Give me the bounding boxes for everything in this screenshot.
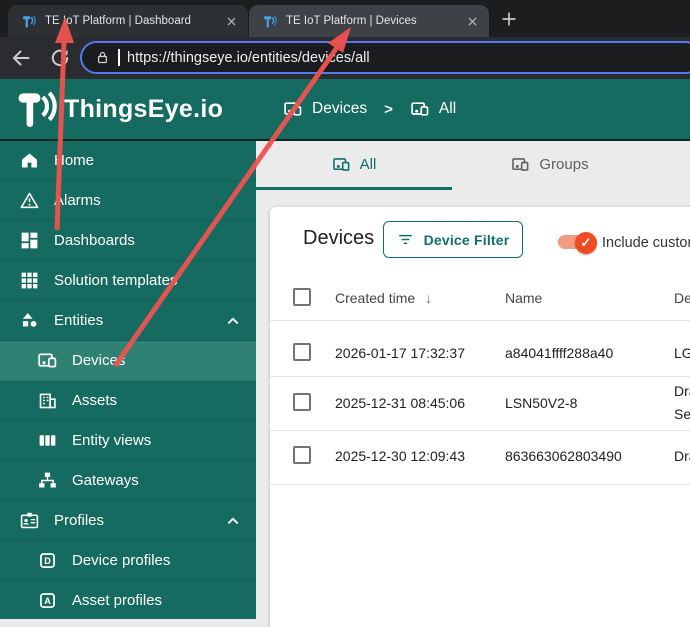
grid-icon — [19, 270, 40, 291]
columns-icon — [37, 430, 58, 451]
cell-created-time: 2025-12-31 08:45:06 — [335, 395, 465, 411]
cell-name: 863663062803490 — [505, 448, 622, 464]
cell-device-profile: Dra — [674, 448, 690, 464]
active-tab-underline — [256, 187, 452, 190]
breadcrumb-separator: > — [378, 101, 399, 118]
building-icon — [37, 390, 58, 411]
devices-icon — [283, 99, 303, 119]
dashboard-icon — [19, 230, 40, 251]
tab-all[interactable]: All — [256, 141, 452, 188]
sidebar-item-device-profiles[interactable]: D Device profiles — [0, 541, 256, 581]
sidebar-item-assets[interactable]: Assets — [0, 381, 256, 421]
thingseye-favicon-icon — [260, 12, 278, 30]
chevron-up-icon[interactable] — [223, 511, 243, 531]
breadcrumb-devices[interactable]: Devices — [283, 99, 367, 119]
devices-icon — [332, 155, 351, 174]
text-cursor — [118, 49, 120, 66]
devices-icon — [37, 350, 58, 371]
sidebar-item-solution-templates[interactable]: Solution templates — [0, 261, 256, 301]
sort-desc-icon[interactable]: ↓ — [425, 290, 432, 306]
row-checkbox[interactable] — [293, 393, 311, 411]
filter-button-label: Device Filter — [424, 232, 510, 248]
thingseye-favicon-icon — [19, 12, 37, 30]
warning-triangle-icon — [19, 190, 40, 211]
cell-name: a84041ffff288a40 — [505, 345, 613, 361]
sidebar-item-gateways[interactable]: Gateways — [0, 461, 256, 501]
breadcrumb-label: Devices — [312, 100, 367, 118]
row-divider — [270, 484, 690, 485]
column-header-device-profile[interactable]: De — [674, 290, 690, 306]
new-tab-button[interactable] — [499, 9, 519, 29]
asset-profile-icon: A — [37, 590, 58, 611]
address-bar[interactable]: https://thingseye.io/entities/devices/al… — [80, 41, 690, 74]
tab-label: Groups — [539, 156, 588, 173]
cell-name: LSN50V2-8 — [505, 395, 577, 411]
devices-icon — [410, 99, 430, 119]
app-header: ThingsEye.io Devices > All — [0, 79, 690, 139]
lock-icon — [94, 49, 111, 66]
sidebar-item-entity-views[interactable]: Entity views — [0, 421, 256, 461]
row-divider — [270, 430, 690, 431]
chevron-up-icon[interactable] — [223, 311, 243, 331]
tab-title: TE IoT Platform | Dashboard — [45, 15, 214, 27]
main-content: All Groups Devices Device Filter ✓ Inclu… — [256, 141, 690, 619]
row-checkbox[interactable] — [293, 343, 311, 361]
shapes-icon — [19, 310, 40, 331]
sidebar-item-entities[interactable]: Entities — [0, 301, 256, 341]
thingseye-logo-icon[interactable] — [12, 87, 58, 131]
tab-title: TE IoT Platform | Devices — [286, 15, 455, 27]
browser-toolbar: https://thingseye.io/entities/devices/al… — [0, 37, 690, 79]
url-text: https://thingseye.io/entities/devices/al… — [127, 50, 370, 66]
tab-groups[interactable]: Groups — [452, 141, 648, 188]
browser-tab-bar: TE IoT Platform | Dashboard TE IoT Platf… — [0, 0, 690, 37]
close-icon[interactable] — [463, 12, 481, 30]
sidebar-item-dashboards[interactable]: Dashboards — [0, 221, 256, 261]
cell-device-profile: Dra — [674, 383, 690, 399]
browser-tab-dashboard[interactable]: TE IoT Platform | Dashboard — [8, 5, 248, 37]
cell-device-profile-line2: Se — [674, 406, 690, 422]
svg-text:A: A — [44, 596, 51, 606]
cell-created-time: 2025-12-30 12:09:43 — [335, 448, 465, 464]
close-icon[interactable] — [222, 12, 240, 30]
column-header-created-time[interactable]: Created time↓ — [335, 290, 432, 306]
device-filter-button[interactable]: Device Filter — [383, 221, 523, 258]
svg-text:D: D — [44, 556, 51, 566]
back-icon[interactable] — [9, 46, 33, 70]
row-divider — [270, 376, 690, 377]
cell-created-time: 2026-01-17 17:32:37 — [335, 345, 465, 361]
breadcrumb-all[interactable]: All — [410, 99, 456, 119]
devices-group-icon — [511, 155, 530, 174]
toggle-label: Include custom — [602, 235, 690, 251]
device-profile-icon: D — [37, 550, 58, 571]
check-icon: ✓ — [581, 235, 592, 251]
sidebar-item-profiles[interactable]: Profiles — [0, 501, 256, 541]
sidebar-nav: Home Alarms Dashboards Solution template… — [0, 141, 256, 619]
sidebar-item-alarms[interactable]: Alarms — [0, 181, 256, 221]
logo-text[interactable]: ThingsEye.io — [64, 79, 223, 139]
reload-icon[interactable] — [48, 46, 72, 70]
filter-icon — [397, 231, 414, 248]
sidebar-item-home[interactable]: Home — [0, 141, 256, 181]
sidebar-item-devices[interactable]: Devices — [0, 341, 256, 381]
home-icon — [19, 150, 40, 171]
browser-tab-devices[interactable]: TE IoT Platform | Devices — [249, 5, 489, 37]
column-header-name[interactable]: Name — [505, 290, 542, 306]
tab-label: All — [360, 156, 377, 173]
badge-icon — [19, 510, 40, 531]
breadcrumb-label: All — [439, 100, 456, 118]
network-tree-icon — [37, 470, 58, 491]
select-all-checkbox[interactable] — [293, 288, 311, 306]
include-customers-toggle-thumb[interactable]: ✓ — [575, 232, 597, 254]
breadcrumb: Devices > All — [283, 79, 456, 139]
sidebar-item-asset-profiles[interactable]: A Asset profiles — [0, 581, 256, 619]
row-checkbox[interactable] — [293, 446, 311, 464]
page-title: Devices — [303, 227, 374, 250]
devices-card: Devices Device Filter ✓ Include custom C… — [270, 207, 690, 627]
cell-device-profile: LG — [674, 345, 690, 361]
row-divider — [270, 320, 690, 321]
